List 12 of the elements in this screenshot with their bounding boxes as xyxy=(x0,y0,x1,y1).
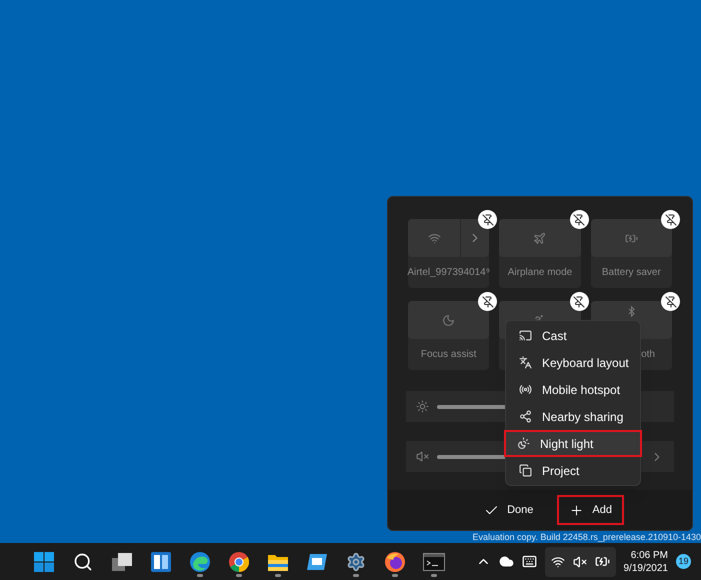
tile-label: oth xyxy=(641,348,655,362)
tile-label: Airplane mode xyxy=(508,266,572,280)
tile-label: Airtel_997394014⁹ xyxy=(407,266,490,280)
menu-item-label: Project xyxy=(542,462,580,480)
menu-item-label: Night light xyxy=(540,436,594,452)
evaluation-text: Evaluation copy. Build 22458.rs_prerelease.210910-1430 xyxy=(472,532,701,543)
menu-item-label: Nearby sharing xyxy=(542,408,624,426)
menu-item-label: Mobile hotspot xyxy=(542,382,620,398)
menu-item-label: Cast xyxy=(542,328,567,344)
menu-item-label: Keyboard layout xyxy=(542,354,629,372)
tile-label: Focus assist xyxy=(420,348,476,362)
tile-label: Battery saver xyxy=(602,266,661,280)
